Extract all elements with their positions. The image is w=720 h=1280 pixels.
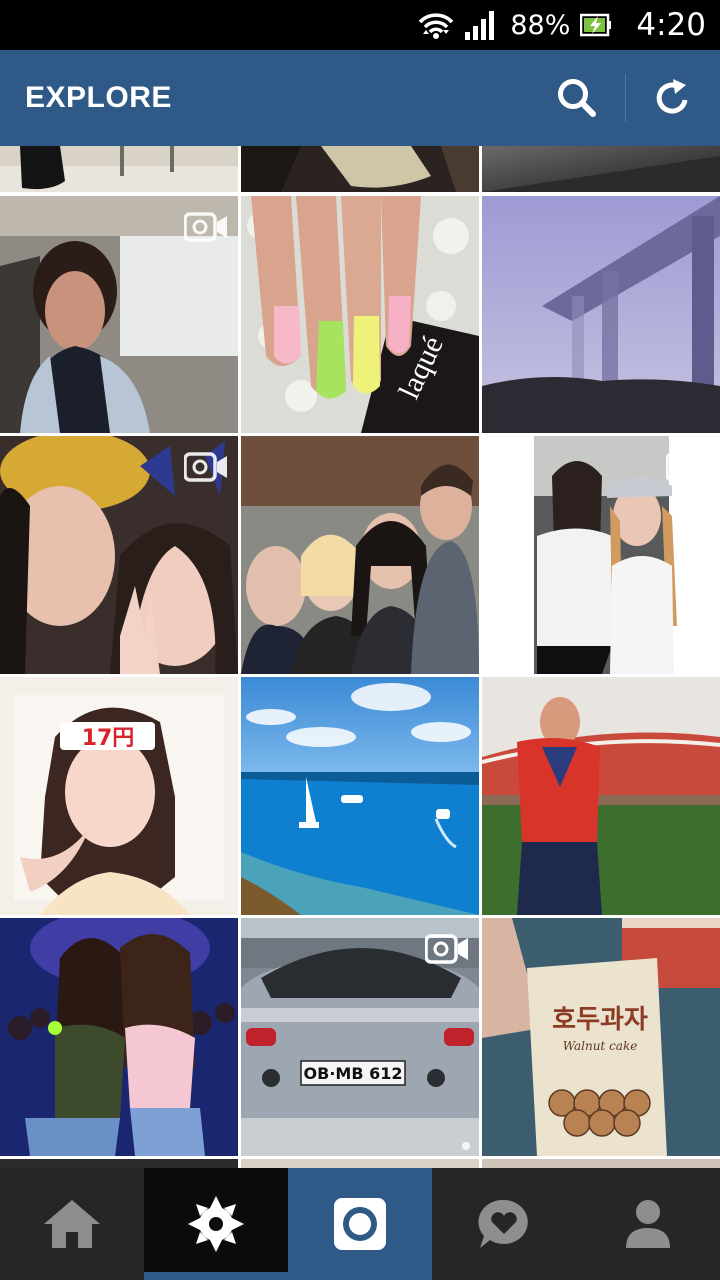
- nav-explore[interactable]: [144, 1168, 288, 1280]
- profile-icon: [626, 1200, 670, 1248]
- search-button[interactable]: [529, 50, 625, 146]
- nav-activity[interactable]: [432, 1168, 576, 1280]
- photo-tile[interactable]: [482, 146, 720, 192]
- status-bar: 88% 4:20: [0, 0, 720, 50]
- nav-camera[interactable]: [288, 1168, 432, 1280]
- video-icon: [184, 212, 227, 242]
- svg-text:17円: 17円: [82, 726, 135, 751]
- photo-tile[interactable]: [241, 146, 479, 192]
- nav-home[interactable]: [0, 1168, 144, 1280]
- wifi-icon: [419, 13, 454, 39]
- photo-tile[interactable]: [0, 146, 238, 192]
- clock: 4:20: [636, 7, 706, 43]
- photo-tile[interactable]: [482, 436, 720, 674]
- signal-icon: [465, 11, 495, 40]
- activity-icon: [478, 1199, 528, 1248]
- page-title: EXPLORE: [25, 81, 172, 114]
- photo-tile[interactable]: 17円: [0, 677, 238, 915]
- photo-tile[interactable]: [241, 436, 479, 674]
- photo-tile[interactable]: laqué: [241, 196, 479, 433]
- video-icon: [184, 452, 227, 482]
- refresh-icon: [656, 79, 688, 114]
- nav-profile[interactable]: [576, 1168, 720, 1280]
- battery-charging-icon: [580, 13, 612, 37]
- battery-percent: 88%: [510, 9, 571, 41]
- photo-tile[interactable]: [482, 677, 720, 915]
- video-icon: [425, 934, 468, 964]
- photo-tile[interactable]: OB·MB 612: [241, 918, 479, 1156]
- search-icon: [558, 79, 596, 117]
- camera-icon: [334, 1198, 386, 1250]
- home-icon: [44, 1200, 100, 1248]
- explore-grid: laqué 17円 OB·MB 612 호두과자 Walnut cake: [0, 146, 720, 1168]
- license-plate-text: OB·MB 612: [304, 1064, 403, 1083]
- photo-tile[interactable]: [241, 677, 479, 915]
- photo-tile[interactable]: 호두과자 Walnut cake: [482, 918, 720, 1156]
- photo-tile[interactable]: [0, 918, 238, 1156]
- video-icon: [666, 452, 709, 482]
- photo-tile[interactable]: [241, 1159, 479, 1168]
- photo-tile[interactable]: [0, 436, 238, 674]
- photo-tile[interactable]: [482, 196, 720, 433]
- explore-icon: [188, 1196, 244, 1252]
- refresh-button[interactable]: [626, 50, 720, 146]
- photo-tile[interactable]: [482, 1159, 720, 1168]
- tile-text-walnut-english: Walnut cake: [563, 1039, 638, 1053]
- photo-tile[interactable]: [0, 196, 238, 433]
- bottom-nav: [0, 1168, 720, 1280]
- photo-tile[interactable]: [0, 1159, 238, 1168]
- app-header: EXPLORE: [0, 50, 720, 146]
- tile-text-walnut-korean: 호두과자: [552, 1005, 648, 1035]
